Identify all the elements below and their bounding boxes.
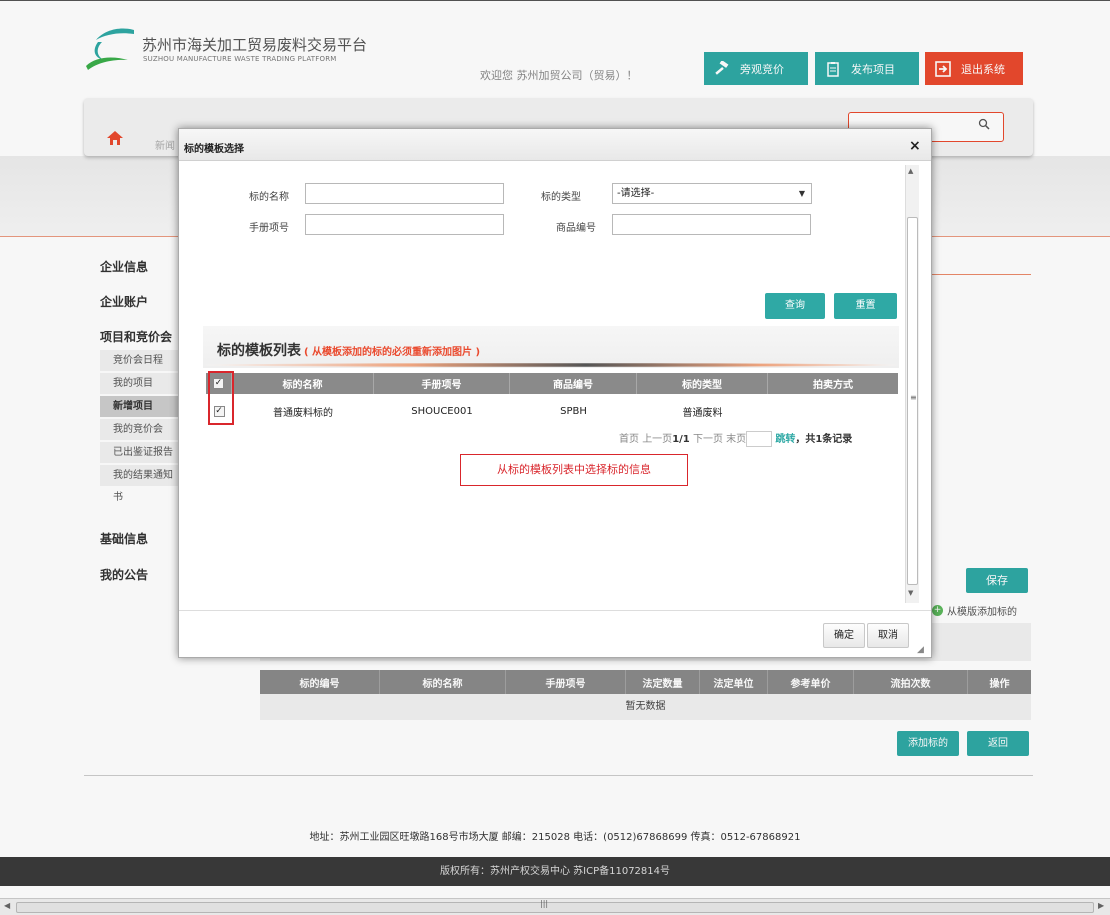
pagination: 首页 上一页1/1 下一页 末页 跳转，共1条记录 <box>619 430 904 447</box>
name-label: 标的名称 <box>249 192 289 203</box>
cell-goods: SPBH <box>560 405 587 417</box>
divider <box>203 363 899 367</box>
cell-type: 普通废料 <box>682 407 723 419</box>
total-records: ，共1条记录 <box>795 434 853 445</box>
jump-button[interactable]: 跳转 <box>775 434 795 445</box>
instruction-callout: 从标的模板列表中选择标的信息 <box>460 454 688 486</box>
dialog-body: 标的名称 标的类型 -请选择- ▼ 手册项号 商品编号 查询 重置 标的模板列表… <box>179 162 904 610</box>
list-note: ( 从模板添加的标的必须重新添加图片 ) <box>304 347 481 358</box>
scroll-down-icon[interactable]: ▼ <box>908 589 913 597</box>
template-table-header: ✓ 标的名称 手册项号 商品编号 标的类型 拍卖方式 <box>206 373 898 394</box>
type-select-value: -请选择- <box>617 188 655 199</box>
last-page-link[interactable]: 末页 <box>726 434 746 445</box>
reset-button[interactable]: 重置 <box>834 293 897 319</box>
prev-page-link[interactable]: 上一页 <box>642 434 672 445</box>
cell-name: 普通废料标的 <box>273 407 333 419</box>
confirm-button[interactable]: 确定 <box>823 623 865 648</box>
name-field[interactable] <box>305 183 504 204</box>
cell-auction <box>768 398 898 424</box>
dialog-title: 标的模板选择 <box>184 144 244 155</box>
scroll-up-icon[interactable]: ▲ <box>908 167 913 175</box>
list-title: 标的模板列表 <box>217 343 301 359</box>
col-header: 拍卖方式 <box>813 380 853 391</box>
cancel-button[interactable]: 取消 <box>867 623 909 648</box>
page-indicator: 1/1 <box>672 434 690 445</box>
chevron-down-icon: ▼ <box>798 189 805 198</box>
query-button[interactable]: 查询 <box>765 293 825 319</box>
grip-icon: ≡ <box>910 393 917 402</box>
first-page-link[interactable]: 首页 <box>619 434 639 445</box>
col-header: 手册项号 <box>374 373 510 394</box>
resize-handle-icon[interactable]: ◢ <box>917 645 924 655</box>
goods-field[interactable] <box>612 214 811 235</box>
jump-page-input[interactable] <box>746 431 773 447</box>
col-header: 商品编号 <box>510 373 637 394</box>
manual-field[interactable] <box>305 214 504 235</box>
type-label: 标的类型 <box>541 192 581 203</box>
col-header: 标的名称 <box>232 373 374 394</box>
close-icon[interactable]: × <box>909 138 921 154</box>
template-select-dialog: 标的模板选择 × 标的名称 标的类型 -请选择- ▼ 手册项号 商品编号 查询 … <box>178 128 932 658</box>
next-page-link[interactable]: 下一页 <box>693 434 723 445</box>
checkbox-highlight <box>208 371 234 425</box>
manual-label: 手册项号 <box>249 223 289 234</box>
dialog-footer: 确定 取消 ◢ <box>179 610 931 657</box>
dialog-header: 标的模板选择 × <box>179 129 931 161</box>
goods-label: 商品编号 <box>556 223 596 234</box>
cell-manual: SHOUCE001 <box>411 405 473 417</box>
dialog-vertical-scrollbar[interactable]: ▲ ≡ ▼ <box>905 165 919 603</box>
type-select[interactable]: -请选择- ▼ <box>612 183 812 204</box>
col-header: 标的类型 <box>637 373 768 394</box>
table-row[interactable]: ✓ 普通废料标的 SHOUCE001 SPBH 普通废料 <box>206 398 898 424</box>
